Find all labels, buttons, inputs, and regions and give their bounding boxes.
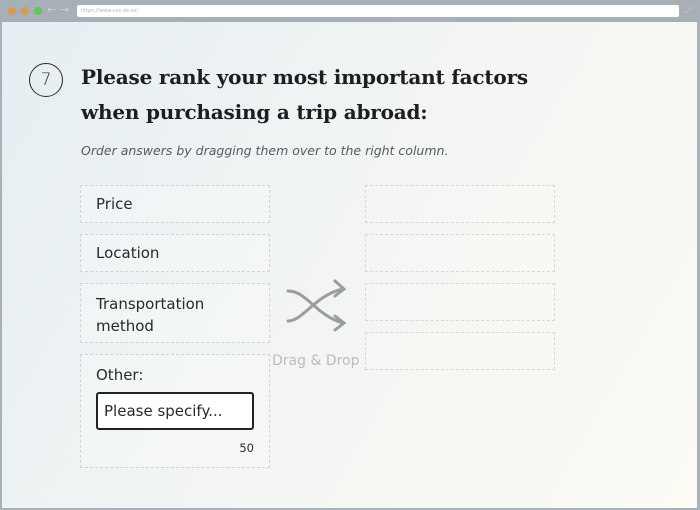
ranking-slot-2[interactable]: [365, 234, 555, 272]
option-other[interactable]: Other: 50: [80, 354, 270, 468]
page-viewport: 7 Please rank your most important factor…: [2, 22, 697, 508]
option-transportation-method[interactable]: Transportation method: [80, 283, 270, 343]
browser-toolbar: ← → https://www.xxx.de.xx/ ⤢: [0, 0, 700, 22]
window-minimize-icon[interactable]: [21, 7, 29, 15]
char-counter: 50: [239, 441, 254, 455]
ranking-slot-1[interactable]: [365, 185, 555, 223]
ranking-slot-4[interactable]: [365, 332, 555, 370]
option-label: Price: [96, 195, 133, 213]
option-label: Other:: [96, 366, 144, 384]
shuffle-arrows-icon: [286, 279, 347, 332]
option-price[interactable]: Price: [80, 185, 270, 223]
window-maximize-icon[interactable]: [34, 7, 42, 15]
forward-arrow-icon[interactable]: →: [60, 3, 69, 17]
question-number-badge: 7: [29, 63, 63, 97]
address-bar[interactable]: https://www.xxx.de.xx/: [77, 5, 679, 17]
back-arrow-icon[interactable]: ←: [47, 3, 56, 17]
option-label: Transportation method: [96, 295, 205, 335]
window-close-icon[interactable]: [8, 7, 16, 15]
option-location[interactable]: Location: [80, 234, 270, 272]
question-title: Please rank your most important factors …: [81, 65, 528, 124]
question-instructions: Order answers by dragging them over to t…: [81, 143, 449, 158]
ranking-slot-3[interactable]: [365, 283, 555, 321]
other-specify-input[interactable]: [96, 392, 254, 430]
option-label: Location: [96, 244, 160, 262]
drag-drop-label: Drag & Drop: [272, 353, 360, 369]
expand-icon[interactable]: ⤢: [685, 5, 691, 17]
